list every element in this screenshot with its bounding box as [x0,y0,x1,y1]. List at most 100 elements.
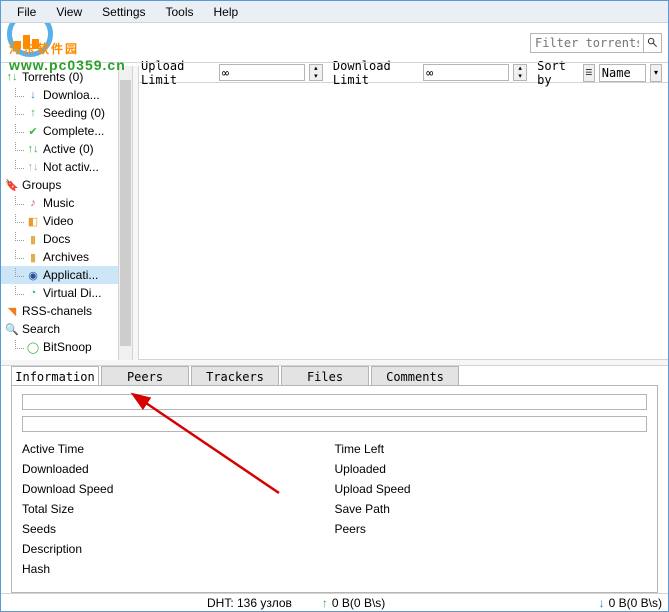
torrent-list-area [139,66,668,360]
status-dht: DHT: 136 узлов [207,596,292,610]
sidebar-item-label: Archives [43,250,89,264]
sidebar-item[interactable]: ✔Complete... [1,122,132,140]
down-arrow-icon: ↓ [599,596,605,610]
upload-limit-input[interactable] [219,64,305,81]
menu-view[interactable]: View [46,3,92,21]
sidebar-item[interactable]: ▮Archives [1,248,132,266]
sidebar-item-icon: ↑ [26,107,40,119]
sidebar-item-icon: ◯ [26,341,40,354]
status-bar: DHT: 136 узлов ↑0 B(0 B\s) ↓0 B(0 B\s) [1,593,668,611]
info-label: Uploaded [335,462,648,476]
status-upload: ↑0 B(0 B\s) [322,596,385,610]
progress-bar-2 [22,416,647,432]
info-label: Hash [22,562,335,576]
toolbar [1,23,668,63]
menu-bar: File View Settings Tools Help [1,1,668,23]
sort-dropdown-arrow[interactable]: ▾ [650,64,662,82]
info-label: Downloaded [22,462,335,476]
info-label: Seeds [22,522,335,536]
info-label: Total Size [22,502,335,516]
up-arrow-icon: ↑ [322,596,328,610]
info-label: Download Speed [22,482,335,496]
tab-peers[interactable]: Peers [101,366,189,386]
sidebar-item[interactable]: ◧Video [1,212,132,230]
sidebar-item[interactable]: ♪Music [1,194,132,212]
sidebar-scrollbar[interactable] [118,66,132,360]
sidebar-resizer[interactable] [133,66,139,360]
sort-dropdown[interactable]: Name [599,64,646,82]
sidebar-item-icon: ↑↓ [5,71,19,83]
info-label: Active Time [22,442,335,456]
info-grid: Active TimeTime LeftDownloadedUploadedDo… [22,442,647,576]
sidebar-item-label: Search [22,322,60,336]
download-limit-spinner[interactable]: ▴▾ [513,64,527,81]
sidebar-item-label: Groups [22,178,61,192]
sidebar-item[interactable]: ◥RSS-chanels [1,302,132,320]
sidebar-item[interactable]: ↑↓Not activ... [1,158,132,176]
sidebar-item-label: Active (0) [43,142,94,156]
sidebar-item-icon: ↓ [26,89,40,101]
tab-trackers[interactable]: Trackers [191,366,279,386]
sidebar-item-icon: 🔖 [5,179,19,192]
sidebar-item-icon: ◧ [26,215,40,228]
sidebar-item-label: Downloa... [43,88,100,102]
sidebar-item[interactable]: ↑Seeding (0) [1,104,132,122]
sidebar-item-label: Music [43,196,74,210]
sidebar-item-label: Torrents (0) [22,70,83,84]
info-label [335,542,648,556]
sidebar-item-icon: ↑↓ [26,143,40,155]
sidebar-item-label: Complete... [43,124,104,138]
info-label [335,562,648,576]
sidebar-item[interactable]: ↑↓Active (0) [1,140,132,158]
download-limit-input[interactable] [423,64,509,81]
tab-information-content: Active TimeTime LeftDownloadedUploadedDo… [11,385,658,593]
info-label: Upload Speed [335,482,648,496]
sidebar-item-label: BitSnoop [43,340,92,354]
tab-information[interactable]: Information [11,366,99,386]
status-download: ↓0 B(0 B\s) [599,596,662,610]
sidebar-item-icon: ◔ [26,287,40,299]
sidebar-item[interactable]: ▮Docs [1,230,132,248]
info-label: Description [22,542,335,556]
upload-limit-spinner[interactable]: ▴▾ [309,64,323,81]
sidebar-item-label: Seeding (0) [43,106,105,120]
sidebar-item[interactable]: ↓Downloa... [1,86,132,104]
tab-files[interactable]: Files [281,366,369,386]
menu-help[interactable]: Help [204,3,249,21]
sidebar-item-icon: ▮ [26,233,40,246]
sidebar-item-label: Not activ... [43,160,99,174]
progress-bar-1 [22,394,647,410]
menu-file[interactable]: File [7,3,46,21]
sidebar: ↑↓Torrents (0)↓Downloa...↑Seeding (0)✔Co… [1,66,133,360]
menu-settings[interactable]: Settings [92,3,155,21]
sidebar-item-icon: ▮ [26,251,40,264]
sidebar-item-label: RSS-chanels [22,304,92,318]
info-label: Peers [335,522,648,536]
menu-tools[interactable]: Tools [156,3,204,21]
sidebar-item-label: Video [43,214,73,228]
tab-comments[interactable]: Comments [371,366,459,386]
sidebar-item[interactable]: 🔍Search [1,320,132,338]
sidebar-item[interactable]: ◯BitSnoop [1,338,132,356]
detail-tabs: InformationPeersTrackersFilesComments [11,366,658,386]
sidebar-item[interactable]: 🔖Groups [1,176,132,194]
sidebar-item-icon: ✔ [26,125,40,138]
sidebar-item-icon: ↑↓ [26,161,40,173]
sort-direction-button[interactable]: ☰ [583,64,595,82]
filter-box [530,33,662,53]
info-label: Time Left [335,442,648,456]
info-label: Save Path [335,502,648,516]
sidebar-item-label: Applicati... [43,268,98,282]
sidebar-item[interactable]: ◉Applicati... [1,266,132,284]
sidebar-item-icon: ◉ [26,269,40,282]
sidebar-item[interactable]: ↑↓Torrents (0) [1,68,132,86]
sidebar-item-icon: 🔍 [5,323,19,336]
sidebar-item-icon: ♪ [26,197,40,209]
sidebar-item[interactable]: ◔Virtual Di... [1,284,132,302]
search-icon[interactable] [644,33,662,53]
sidebar-tree: ↑↓Torrents (0)↓Downloa...↑Seeding (0)✔Co… [1,66,132,358]
sidebar-item-label: Docs [43,232,70,246]
filter-input[interactable] [530,33,644,53]
sidebar-item-label: Virtual Di... [43,286,101,300]
sidebar-item-icon: ◥ [5,305,19,318]
